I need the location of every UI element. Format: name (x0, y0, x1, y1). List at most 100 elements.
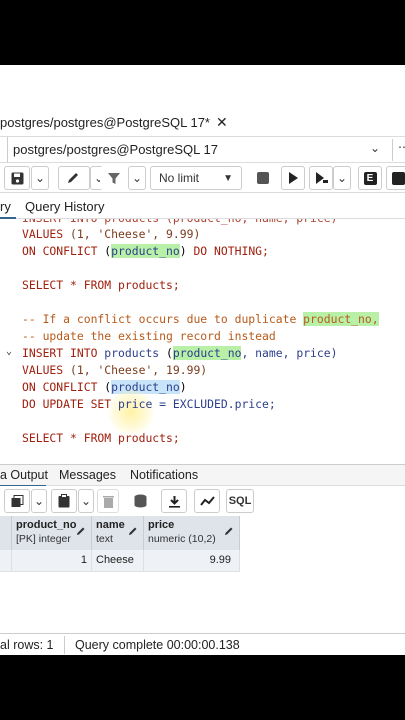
row-header-corner (0, 516, 12, 550)
code-line: VALUES (1, 'Cheese', 9.99) (22, 226, 200, 243)
limit-value: No limit (159, 171, 200, 185)
play-icon (289, 172, 298, 184)
code-line: ON CONFLICT (product_no) DO NOTHING; (22, 244, 269, 258)
pencil-icon (225, 527, 233, 535)
copy-button[interactable] (4, 489, 30, 513)
save-data-button[interactable] (128, 489, 152, 513)
delete-button[interactable] (97, 489, 119, 513)
table-cell[interactable]: Cheese (92, 550, 144, 572)
graph-button[interactable] (194, 489, 220, 513)
execute-script-button[interactable] (309, 166, 333, 190)
divider (392, 139, 393, 161)
close-icon[interactable]: ✕ (216, 114, 228, 131)
chevron-down-icon: ⌄ (336, 171, 348, 185)
filter-options-button[interactable]: ⌄ (128, 166, 146, 190)
divider (64, 636, 65, 654)
column-header[interactable]: product_no [PK] integer (12, 516, 92, 550)
table-cell[interactable]: 9.99 (144, 550, 240, 572)
paste-options-button[interactable]: ⌄ (78, 489, 94, 513)
code-text: (1, 'Cheese', 9.99) (63, 227, 201, 241)
code-comment: -- update the existing record instead (22, 329, 276, 343)
pencil-icon (77, 527, 85, 535)
editor-tabs: ry Query History (0, 193, 405, 219)
query-tab-bar: postgres/postgres@PostgreSQL 17* ✕ (0, 107, 405, 137)
tab-messages[interactable]: Messages (59, 468, 116, 482)
query-tab-title: postgres/postgres@PostgreSQL 17* (0, 114, 210, 130)
code-identifier: product_no (172, 346, 242, 360)
chevron-down-icon: ⌄ (34, 171, 46, 185)
stop-button[interactable] (252, 166, 274, 190)
code-line: VALUES (1, 'Cheese', 19.99) (22, 362, 207, 379)
code-comment: -- If a conflict occurs due to duplicate… (22, 311, 379, 328)
code-text: , name, price) (241, 346, 338, 360)
explain-analyze-button[interactable] (386, 166, 405, 190)
column-type: numeric (10,2) (148, 533, 216, 545)
results-grid: product_no [PK] integer name text price … (0, 516, 240, 573)
copy-options-button[interactable]: ⌄ (31, 489, 47, 513)
filter-icon (108, 172, 120, 184)
column-header[interactable]: price numeric (10,2) (144, 516, 240, 550)
explain-button[interactable]: E (358, 166, 382, 190)
database-icon (134, 494, 146, 508)
status-rows: al rows: 1 (0, 638, 54, 652)
clipboard-icon (58, 494, 70, 508)
column-name: price (148, 519, 175, 531)
code-text: (1, 'Cheese', 19.99) (63, 363, 208, 377)
save-options-button[interactable]: ⌄ (31, 166, 49, 190)
results-toolbar: ⌄ ⌄ SQL (0, 486, 405, 516)
paste-button[interactable] (51, 489, 77, 513)
code-keyword: VALUES (22, 227, 64, 241)
code-line: ON CONFLICT (product_no) (22, 380, 187, 394)
filter-button[interactable] (100, 166, 128, 190)
code-keyword: DO NOTHING; (193, 244, 269, 258)
connection-selector[interactable]: postgres/postgres@PostgreSQL 17 ⌄ ⋯ (0, 137, 405, 163)
code-line: DO UPDATE SET price = EXCLUDED.price; (22, 396, 276, 413)
code-keyword: ON CONFLICT (22, 380, 98, 394)
pencil-icon (68, 173, 78, 183)
execute-options-button[interactable]: ⌄ (333, 166, 351, 190)
trash-icon (102, 495, 114, 508)
code-line: INSERT INTO products (product_no, name, … (22, 346, 338, 360)
edit-button[interactable] (58, 166, 90, 190)
sql-editor[interactable]: INSERT INTO products (product_no, name, … (0, 219, 405, 464)
code-line: SELECT * FROM products; (22, 431, 180, 445)
tab-data-output[interactable]: a Output (0, 468, 48, 482)
status-bar: al rows: 1 Query complete 00:00:00.138 (0, 633, 405, 655)
connection-indicator (0, 137, 8, 163)
results-tabs: a Output Messages Notifications (0, 464, 405, 487)
tab-query[interactable]: ry (0, 199, 11, 214)
tab-notifications[interactable]: Notifications (130, 468, 198, 482)
column-header[interactable]: name text (92, 516, 144, 550)
execute-button[interactable] (281, 166, 305, 190)
code-keyword: ON CONFLICT (22, 244, 98, 258)
table-cell[interactable]: 1 (12, 550, 92, 572)
play-script-icon (315, 172, 328, 184)
chevron-down-icon: ⌄ (33, 494, 45, 508)
more-icon[interactable]: ⋯ (398, 140, 405, 154)
caret-down-icon: ▼ (223, 172, 233, 184)
save-icon (11, 172, 23, 184)
code-text: price = EXCLUDED.price; (111, 397, 276, 411)
comment-highlight: product_no, (303, 312, 379, 326)
code-identifier: product_no (111, 244, 180, 258)
code-keyword: INSERT INTO (22, 346, 98, 360)
fold-chevron-icon[interactable]: ⌄ (6, 346, 12, 357)
chevron-down-icon: ⌄ (80, 494, 92, 508)
stop-icon (257, 172, 269, 184)
query-tab[interactable]: postgres/postgres@PostgreSQL 17* ✕ (0, 107, 228, 137)
limit-select[interactable]: No limit ▼ (150, 166, 242, 190)
row-number-cell[interactable] (0, 550, 12, 572)
tab-query-history[interactable]: Query History (25, 199, 104, 214)
code-line: SELECT * FROM products; (22, 278, 180, 292)
connection-label: postgres/postgres@PostgreSQL 17 (13, 142, 218, 157)
download-button[interactable] (161, 489, 187, 513)
chevron-down-icon: ⌄ (131, 171, 143, 185)
sql-button[interactable]: SQL (226, 489, 254, 513)
save-button[interactable] (4, 166, 30, 190)
pgadmin-window: postgres/postgres@PostgreSQL 17* ✕ postg… (0, 65, 405, 655)
status-query-complete: Query complete 00:00:00.138 (75, 638, 240, 652)
chevron-down-icon[interactable]: ⌄ (370, 141, 380, 155)
line-chart-icon (199, 495, 215, 506)
download-icon (168, 495, 180, 508)
query-toolbar: ⌄ ⌄ ⌄ No limit ▼ ⌄ E (0, 163, 405, 193)
